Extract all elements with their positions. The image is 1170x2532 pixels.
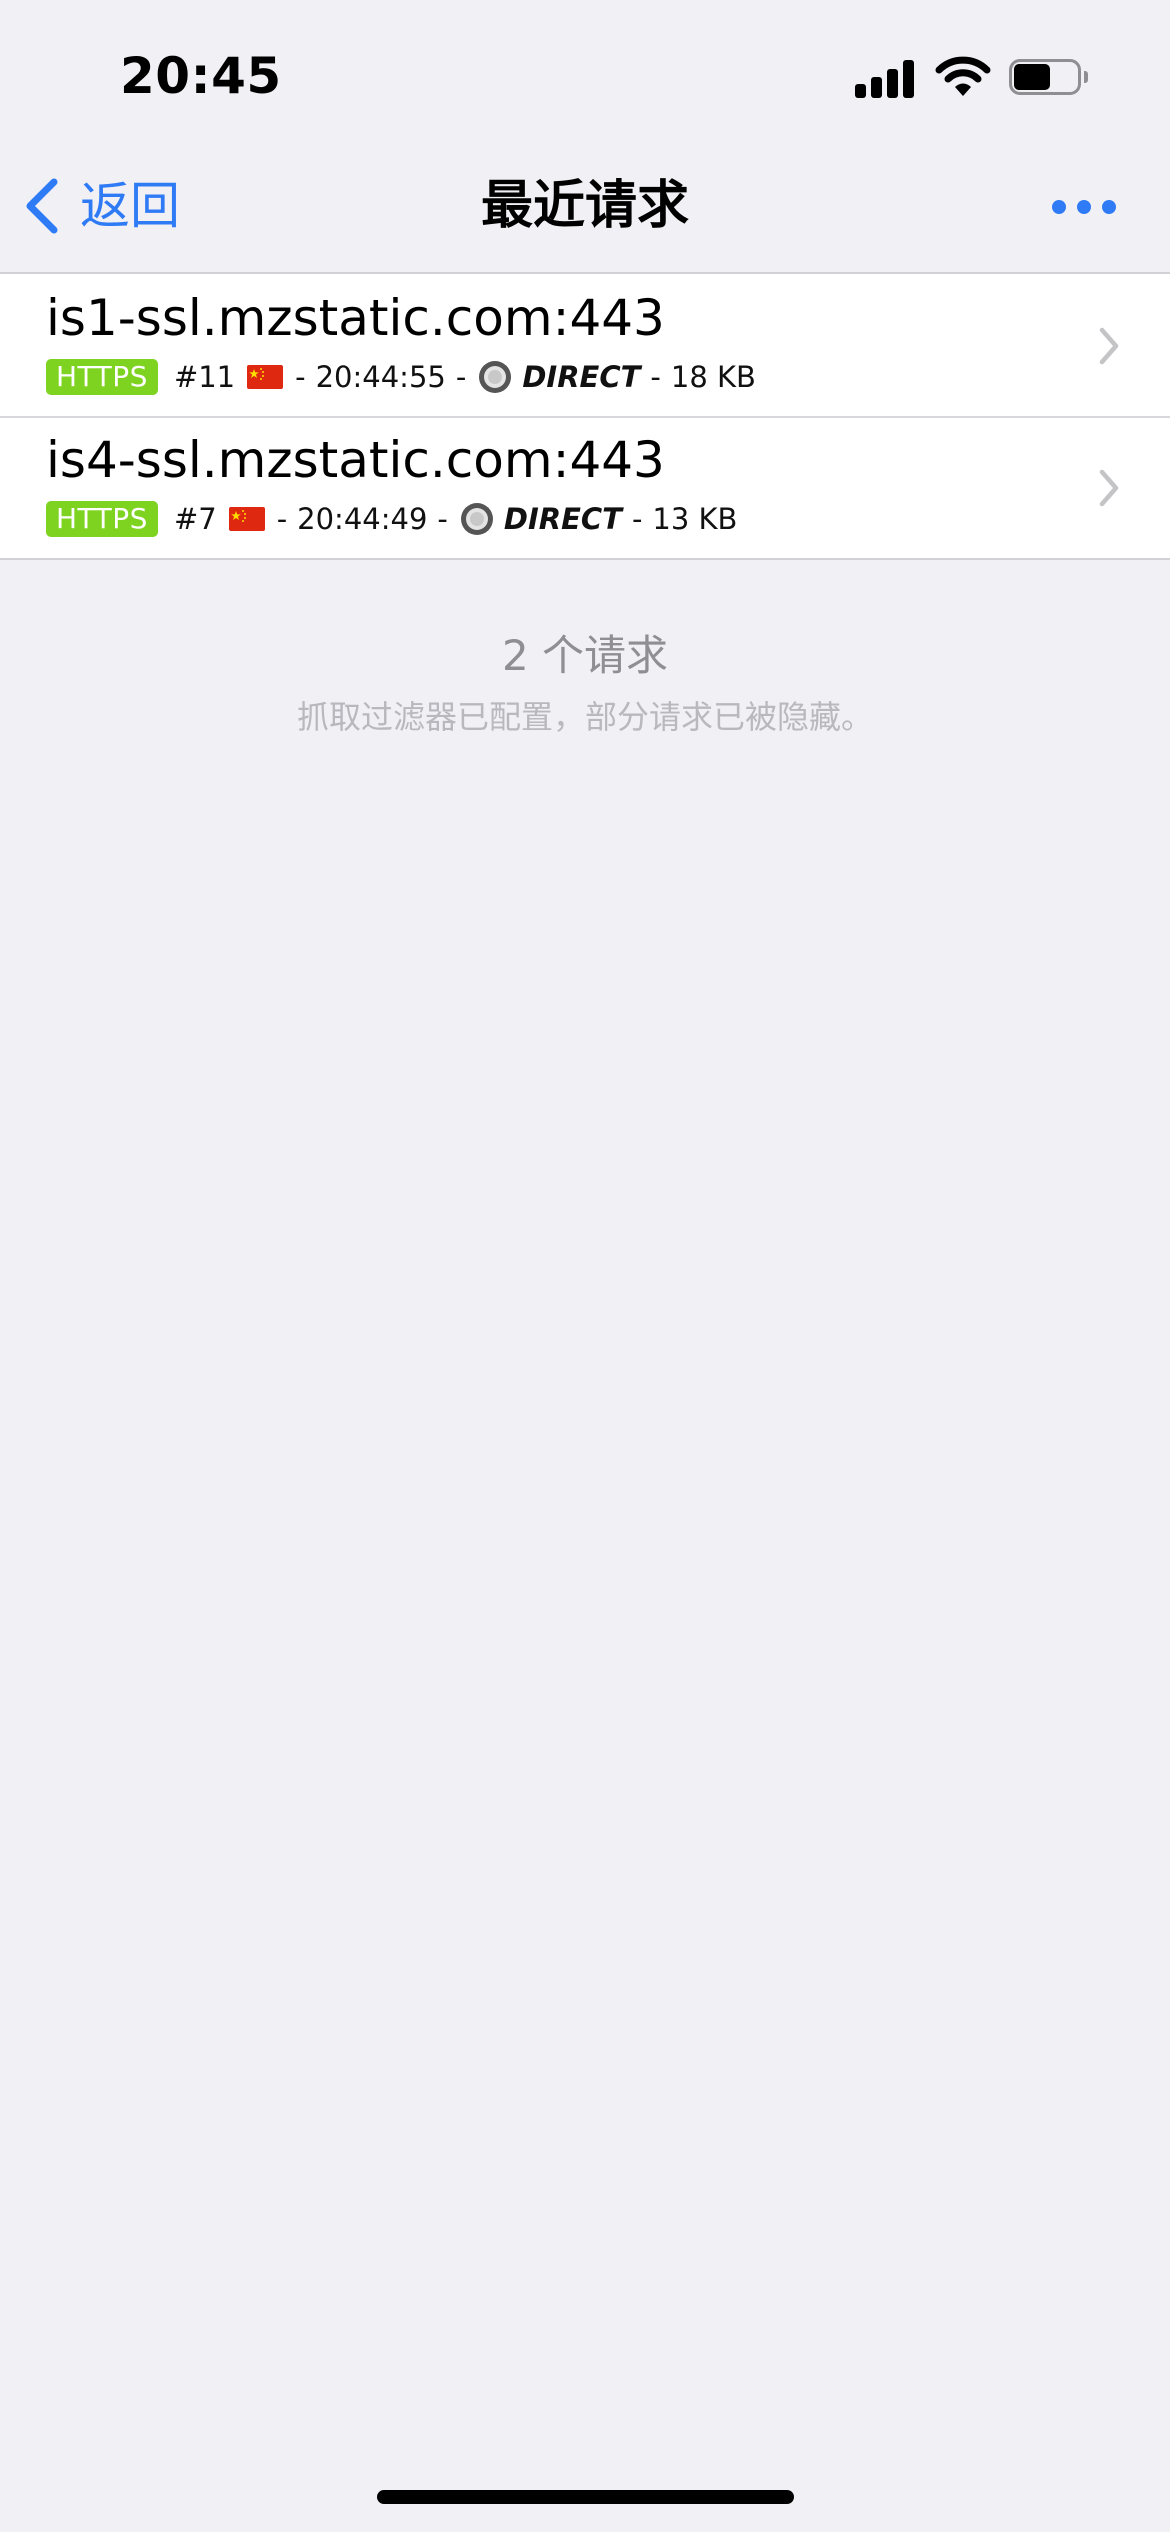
request-meta: HTTPS #11 - 20:44:55 - DIRECT - 18 KB	[46, 358, 756, 396]
request-size: 18 KB	[670, 360, 756, 394]
status-time: 20:45	[120, 47, 282, 105]
request-row[interactable]: is4-ssl.mzstatic.com:443 HTTPS #7 - 20:4…	[0, 416, 1170, 558]
protocol-badge: HTTPS	[46, 501, 158, 537]
more-button[interactable]	[1052, 200, 1116, 214]
battery-icon	[1009, 59, 1089, 97]
protocol-badge: HTTPS	[46, 359, 158, 395]
request-count: 2 个请求	[501, 631, 669, 680]
separator: -	[437, 502, 448, 536]
request-id: #11	[173, 360, 236, 394]
request-id: #7	[173, 502, 217, 536]
china-flag-icon	[247, 365, 284, 389]
wifi-icon	[935, 56, 991, 96]
direct-policy-icon	[479, 361, 512, 393]
separator: -	[295, 360, 306, 394]
ellipsis-icon	[1052, 200, 1066, 214]
separator: -	[276, 502, 288, 536]
separator: -	[631, 502, 643, 536]
request-size: 13 KB	[652, 502, 738, 536]
request-list: is1-ssl.mzstatic.com:443 HTTPS #11 - 20:…	[0, 274, 1170, 560]
china-flag-icon	[228, 507, 265, 531]
request-row[interactable]: is1-ssl.mzstatic.com:443 HTTPS #11 - 20:…	[0, 274, 1170, 416]
separator: -	[455, 360, 467, 394]
page-title: 最近请求	[480, 176, 689, 236]
chevron-right-icon	[1099, 327, 1119, 365]
policy-name: DIRECT	[522, 360, 641, 394]
separator: -	[650, 360, 661, 394]
chevron-right-icon	[1099, 469, 1119, 507]
request-meta: HTTPS #7 - 20:44:49 - DIRECT - 13 KB	[46, 500, 737, 538]
cellular-signal-icon	[855, 58, 915, 98]
direct-policy-icon	[460, 503, 493, 535]
status-bar: 20:45	[0, 0, 1170, 150]
home-indicator[interactable]	[377, 2490, 794, 2504]
filter-note: 抓取过滤器已配置，部分请求已被隐藏。	[296, 698, 873, 736]
request-host: is1-ssl.mzstatic.com:443	[46, 289, 665, 347]
navigation-bar: 返回 最近请求	[0, 150, 1170, 274]
policy-name: DIRECT	[503, 502, 622, 536]
request-time: 20:44:55	[315, 360, 446, 394]
request-host: is4-ssl.mzstatic.com:443	[46, 431, 665, 489]
request-time: 20:44:49	[297, 502, 428, 536]
